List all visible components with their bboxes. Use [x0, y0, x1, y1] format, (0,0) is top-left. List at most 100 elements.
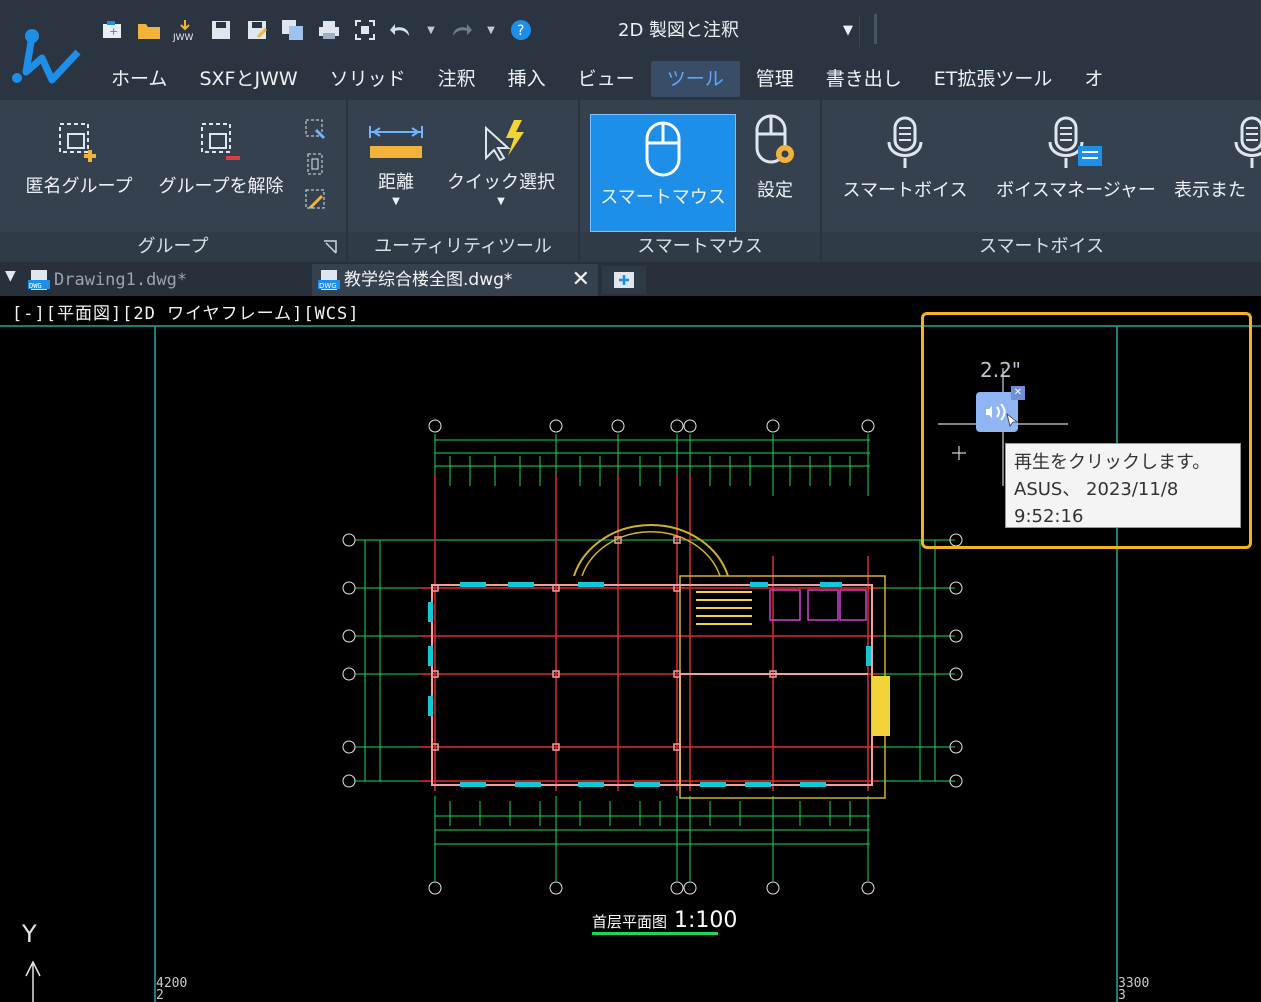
- save-as-icon[interactable]: [244, 17, 270, 43]
- group-panel: 匿名グループ グループを解除 グループ: [0, 100, 346, 262]
- help-icon[interactable]: ?: [508, 17, 534, 43]
- document-tab-label: 教学综合楼全图.dwg*: [344, 270, 513, 290]
- axis-dimension-left: 4200 2: [156, 977, 187, 1002]
- document-tab-active[interactable]: DWG 教学综合楼全图.dwg* ✕: [312, 264, 598, 296]
- quick-select-button[interactable]: クイック選択 ▼: [438, 118, 564, 207]
- new-tab-button[interactable]: [602, 266, 646, 294]
- anonymous-group-label: 匿名グループ: [25, 176, 133, 197]
- plan-title: 首层平面图 1:100: [592, 908, 737, 933]
- ucs-y-label: Y: [21, 920, 37, 948]
- anonymous-group-button[interactable]: 匿名グループ: [18, 120, 140, 198]
- tab-manage[interactable]: 管理: [740, 61, 810, 97]
- microphone-icon: [1234, 116, 1261, 168]
- voice-note-tooltip: 再生をクリックします。 ASUS、 2023/11/8 9:52:16: [1005, 443, 1241, 528]
- mouse-gear-icon: [755, 114, 794, 164]
- dwg-file-icon: DWG: [318, 270, 340, 290]
- redo-dropdown-icon[interactable]: ▼: [484, 17, 498, 43]
- chevron-down-icon: ▼: [392, 196, 400, 207]
- document-tab-bar: ▼ DWG Drawing1.dwg* DWG 教学综合楼全图.dwg* ✕: [0, 262, 1261, 296]
- smart-voice-panel: スマートボイス ボイスマネージャー 表示また スマートボイス: [822, 100, 1261, 262]
- smart-voice-panel-label: スマートボイス: [822, 232, 1261, 262]
- workspace-select[interactable]: 2D 製図と注釈 ▼: [610, 15, 860, 47]
- open-folder-icon[interactable]: [136, 17, 162, 43]
- print-icon[interactable]: [316, 17, 342, 43]
- undo-dropdown-icon[interactable]: ▼: [424, 17, 438, 43]
- tooltip-instruction: 再生をクリックします。: [1014, 452, 1211, 473]
- app-logo-icon[interactable]: [8, 22, 84, 92]
- chevron-down-icon: ▼: [497, 196, 505, 207]
- mouse-settings-button[interactable]: 設定: [744, 114, 806, 202]
- viewport-controls[interactable]: [-][平面図][2D ワイヤフレーム][WCS]: [12, 299, 360, 324]
- tab-insert[interactable]: 挿入: [492, 61, 562, 97]
- workspace-value: 2D 製図と注釈: [618, 20, 740, 41]
- tab-tools[interactable]: ツール: [650, 61, 740, 97]
- svg-text:DWG: DWG: [319, 282, 337, 290]
- new-file-icon[interactable]: +: [100, 17, 126, 43]
- tooltip-time: 9:52:16: [1014, 506, 1084, 527]
- redo-icon[interactable]: [448, 17, 474, 43]
- quick-select-label: クイック選択: [447, 172, 555, 193]
- utility-panel: 距離 ▼ クイック選択 ▼ ユーティリティツール: [348, 100, 578, 262]
- microphone-icon: [887, 116, 923, 168]
- quick-select-icon: [485, 120, 524, 162]
- tab-overflow[interactable]: オ: [1068, 61, 1119, 97]
- group-edit-icon[interactable]: [304, 118, 328, 142]
- ribbon-panel: 匿名グループ グループを解除 グループ 距離 ▼ クイック選択 ▼ ユーティリテ…: [0, 100, 1261, 262]
- group-bounding-icon[interactable]: [304, 188, 328, 212]
- close-icon[interactable]: ✕: [572, 264, 590, 296]
- svg-text:DWG: DWG: [29, 282, 42, 290]
- document-tab-drawing1[interactable]: DWG Drawing1.dwg*: [22, 264, 304, 296]
- svg-text:+: +: [109, 25, 118, 38]
- close-icon[interactable]: ✕: [1011, 386, 1025, 400]
- distance-label: 距離: [378, 172, 414, 193]
- group-panel-title: グループ: [137, 236, 209, 257]
- svg-text:?: ?: [517, 23, 524, 39]
- batch-icon[interactable]: [280, 17, 306, 43]
- tab-view[interactable]: ビュー: [562, 61, 651, 97]
- anonymous-group-icon: [59, 123, 96, 162]
- panel-launcher-icon[interactable]: [322, 239, 338, 255]
- undo-icon[interactable]: [388, 17, 414, 43]
- plan-title-text: 首层平面图: [592, 913, 668, 931]
- axis-dimension-left-sub: 2: [156, 988, 164, 1002]
- tab-home[interactable]: ホーム: [95, 61, 183, 97]
- save-icon[interactable]: [208, 17, 234, 43]
- import-jww-icon[interactable]: JWW: [172, 17, 198, 43]
- drawing-canvas[interactable]: Y [-][平面図][2D ワイヤフレーム][WCS] 首层平面图 1:100 …: [0, 296, 1261, 1002]
- voice-manager-icon: [1048, 116, 1102, 168]
- plan-scale: 1:100: [674, 908, 738, 933]
- dwg-file-icon: DWG: [28, 270, 50, 290]
- axis-dimension-right: 3300 3: [1118, 977, 1149, 1002]
- quick-access-toolbar: + JWW ▼ ▼ ?: [100, 10, 534, 50]
- axis-dimension-right-sub: 3: [1118, 988, 1126, 1002]
- ungroup-icon: [201, 123, 240, 160]
- new-tab-icon: [614, 272, 634, 288]
- voice-manager-label: ボイスマネージャー: [996, 180, 1156, 201]
- smart-mouse-button[interactable]: スマートマウス: [590, 114, 736, 232]
- smart-voice-button[interactable]: スマートボイス: [834, 116, 976, 202]
- mouse-icon: [645, 121, 681, 177]
- group-panel-label: グループ: [0, 232, 346, 262]
- chevron-down-icon: ▼: [843, 23, 853, 38]
- tab-sxf-jww[interactable]: SXFとJWW: [183, 61, 313, 97]
- group-select-icon[interactable]: [304, 152, 328, 176]
- smart-mouse-panel-label: スマートマウス: [580, 232, 820, 262]
- smart-voice-label: スマートボイス: [842, 180, 968, 201]
- ungroup-label: グループを解除: [158, 176, 284, 197]
- ungroup-button[interactable]: グループを解除: [150, 120, 292, 198]
- distance-button[interactable]: 距離 ▼: [358, 118, 434, 207]
- tab-annotate[interactable]: 注釈: [422, 61, 492, 97]
- voice-manager-button[interactable]: ボイスマネージャー: [986, 116, 1166, 202]
- zoom-extents-icon[interactable]: [352, 17, 378, 43]
- tab-et-extension[interactable]: ET拡張ツール: [918, 61, 1069, 97]
- title-bar: + JWW ▼ ▼ ? 2D 製図と注釈 ▼ ホーム SXFとJWW ソリッド …: [0, 0, 1261, 100]
- tab-solid[interactable]: ソリッド: [314, 61, 422, 97]
- tab-list-dropdown-icon[interactable]: ▼: [5, 268, 16, 284]
- toolbar-divider: [874, 14, 877, 44]
- svg-text:JWW: JWW: [172, 33, 194, 42]
- mouse-settings-label: 設定: [757, 180, 793, 201]
- voice-note-measurement: 2.2": [980, 358, 1022, 382]
- tooltip-author-date: ASUS、 2023/11/8: [1014, 479, 1179, 500]
- tab-export[interactable]: 書き出し: [810, 61, 918, 97]
- show-hide-voice-button[interactable]: 表示また: [1174, 116, 1261, 202]
